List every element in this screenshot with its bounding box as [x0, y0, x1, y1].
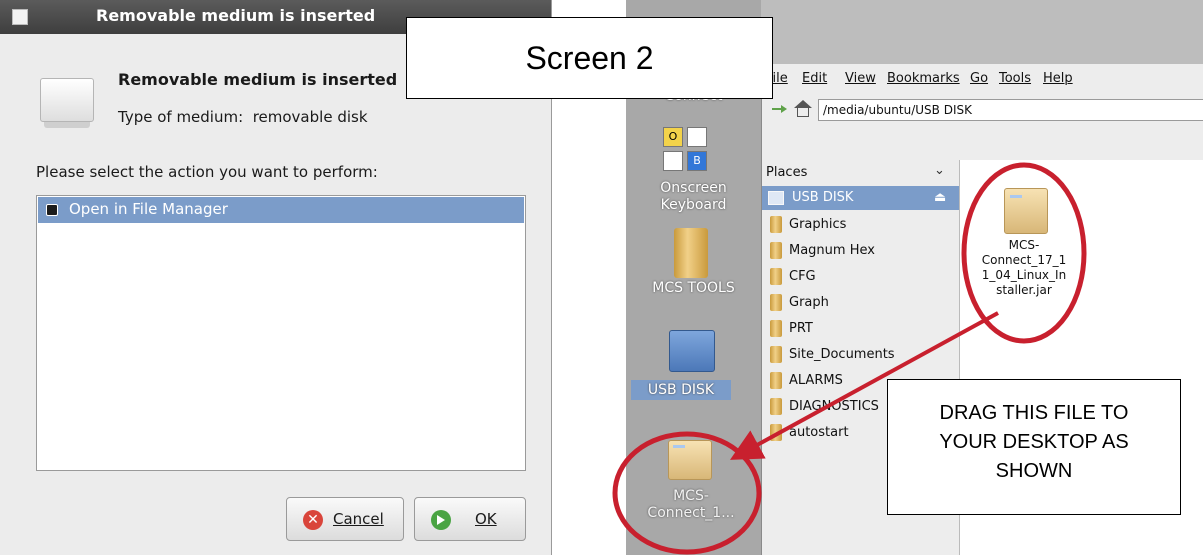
- drag-instruction-callout: DRAG THIS FILE TO YOUR DESKTOP AS SHOWN: [887, 379, 1181, 515]
- sidebar-folder-site-documents[interactable]: Site_Documents: [762, 342, 959, 367]
- path-field[interactable]: /media/ubuntu/USB DISK: [818, 99, 1203, 121]
- menu-edit[interactable]: Edit: [802, 71, 827, 86]
- menu-help[interactable]: Help: [1043, 71, 1073, 86]
- menu-view[interactable]: View: [845, 71, 876, 86]
- medium-type: Type of medium: removable disk: [118, 108, 368, 126]
- drive-icon: [768, 191, 784, 205]
- folder-icon: [770, 294, 782, 311]
- ok-icon: [431, 510, 451, 530]
- dialog-heading: Removable medium is inserted: [118, 70, 398, 89]
- window-menu-icon[interactable]: [12, 9, 28, 25]
- folder-icon: [770, 216, 782, 233]
- action-list[interactable]: Open in File Manager: [36, 195, 526, 471]
- menu-go[interactable]: Go: [970, 71, 988, 86]
- drag-instruction-text: DRAG THIS FILE TO YOUR DESKTOP AS SHOWN: [939, 402, 1129, 482]
- file-manager-icon: [46, 204, 58, 216]
- home-icon[interactable]: [794, 100, 812, 118]
- location-toolbar: /media/ubuntu/USB DISK: [762, 90, 1203, 128]
- jar-file-label[interactable]: MCS- Connect_17_1 1_04_Linux_In staller.…: [970, 238, 1078, 298]
- sidebar-folder-graphics[interactable]: Graphics: [762, 212, 959, 237]
- ok-button-label: OK: [475, 510, 497, 528]
- chevron-down-icon[interactable]: ⌄: [934, 163, 945, 178]
- sidebar-item-usb-disk[interactable]: USB DISK ⏏: [762, 186, 959, 210]
- mcs-connect-file-label[interactable]: MCS- Connect_1...: [636, 488, 746, 522]
- eject-icon[interactable]: ⏏: [934, 190, 946, 205]
- folder-icon: [770, 268, 782, 285]
- folder-icon: [770, 320, 782, 337]
- mcs-tools-folder-icon[interactable]: [674, 228, 708, 278]
- folder-icon: [770, 398, 782, 415]
- medium-type-label: Type of medium:: [118, 108, 244, 126]
- sidebar-folder-magnum-hex[interactable]: Magnum Hex: [762, 238, 959, 263]
- action-open-in-file-manager[interactable]: Open in File Manager: [38, 197, 524, 223]
- sidebar-item-label: USB DISK: [792, 190, 854, 205]
- cancel-button[interactable]: ✕ Cancel: [286, 497, 404, 541]
- places-label: Places: [766, 165, 808, 180]
- ok-button[interactable]: OK: [414, 497, 526, 541]
- menu-bookmarks[interactable]: Bookmarks: [887, 71, 960, 86]
- folder-icon: [770, 372, 782, 389]
- action-label: Open in File Manager: [69, 200, 228, 218]
- cancel-icon: ✕: [303, 510, 323, 530]
- jar-file-icon[interactable]: [1004, 188, 1048, 234]
- sidebar-folder-graph[interactable]: Graph: [762, 290, 959, 315]
- sidebar-folder-prt[interactable]: PRT: [762, 316, 959, 341]
- usb-disk-icon[interactable]: [669, 330, 715, 372]
- mcs-tools-label[interactable]: MCS TOOLS: [626, 280, 761, 296]
- action-prompt: Please select the action you want to per…: [36, 163, 378, 181]
- folder-icon: [770, 346, 782, 363]
- jar-file-icon[interactable]: [668, 440, 712, 480]
- dialog-title: Removable medium is inserted: [96, 6, 376, 25]
- removable-drive-icon: [40, 78, 94, 128]
- sidebar-folder-cfg[interactable]: CFG: [762, 264, 959, 289]
- onscreen-keyboard-icon[interactable]: O B: [663, 127, 713, 177]
- menu-tools[interactable]: Tools: [999, 71, 1031, 86]
- screen-label: Screen 2: [525, 40, 654, 76]
- cancel-button-label: Cancel: [333, 510, 384, 528]
- onscreen-keyboard-label[interactable]: Onscreen Keyboard: [626, 180, 761, 214]
- medium-type-value: removable disk: [252, 108, 368, 126]
- folder-icon: [770, 242, 782, 259]
- screen-callout: Screen 2: [406, 17, 773, 99]
- usb-disk-label[interactable]: USB DISK: [631, 380, 731, 400]
- folder-icon: [770, 424, 782, 441]
- go-arrow-icon[interactable]: [772, 105, 788, 113]
- menu-bar: File Edit View Bookmarks Go Tools Help: [762, 64, 1203, 90]
- places-header[interactable]: Places ⌄: [762, 160, 959, 184]
